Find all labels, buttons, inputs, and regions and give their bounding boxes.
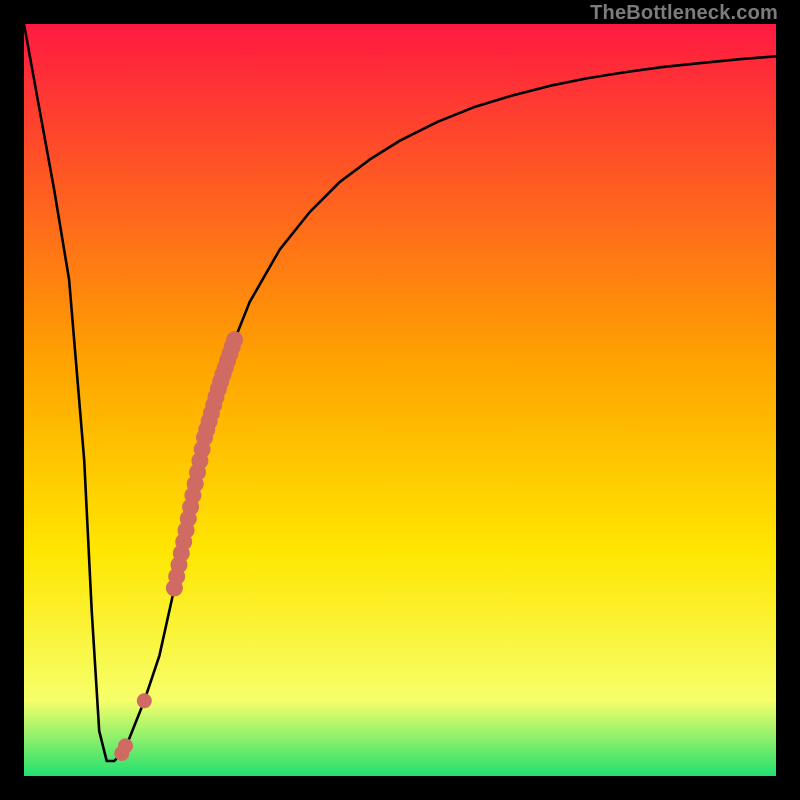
watermark-label: TheBottleneck.com xyxy=(590,2,778,25)
point-c xyxy=(114,746,129,761)
chart-svg xyxy=(24,24,776,776)
chart-frame: TheBottleneck.com xyxy=(0,0,800,800)
highlight-dot xyxy=(226,331,243,348)
plot-area xyxy=(24,24,776,776)
gradient-background xyxy=(24,24,776,776)
point-a xyxy=(137,693,152,708)
